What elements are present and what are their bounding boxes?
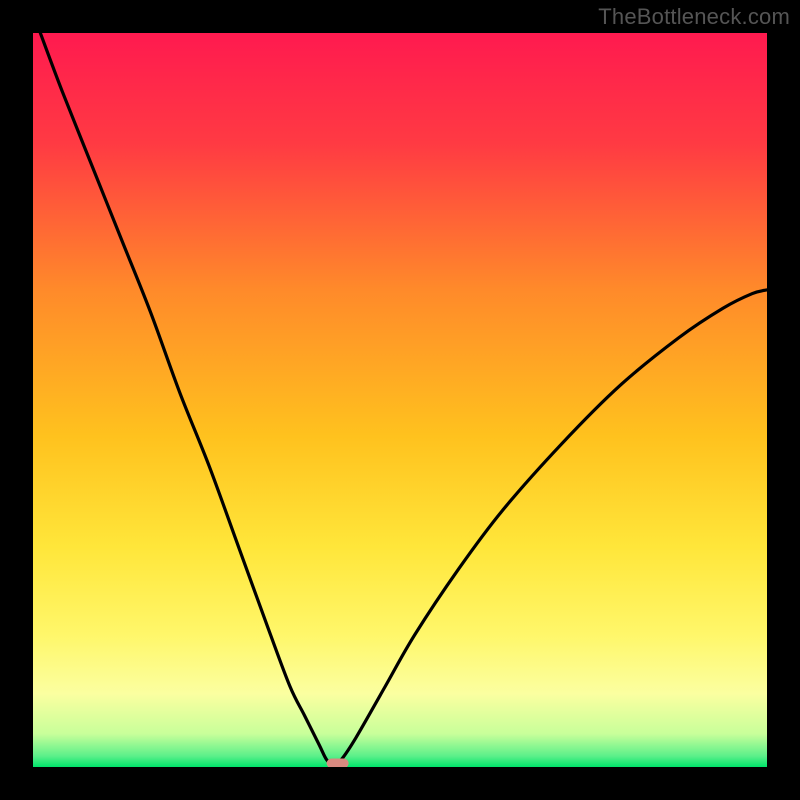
watermark-text: TheBottleneck.com: [598, 4, 790, 30]
minimum-marker: [327, 759, 349, 767]
plot-area: [33, 33, 767, 767]
chart-frame: TheBottleneck.com: [0, 0, 800, 800]
chart-svg: [33, 33, 767, 767]
